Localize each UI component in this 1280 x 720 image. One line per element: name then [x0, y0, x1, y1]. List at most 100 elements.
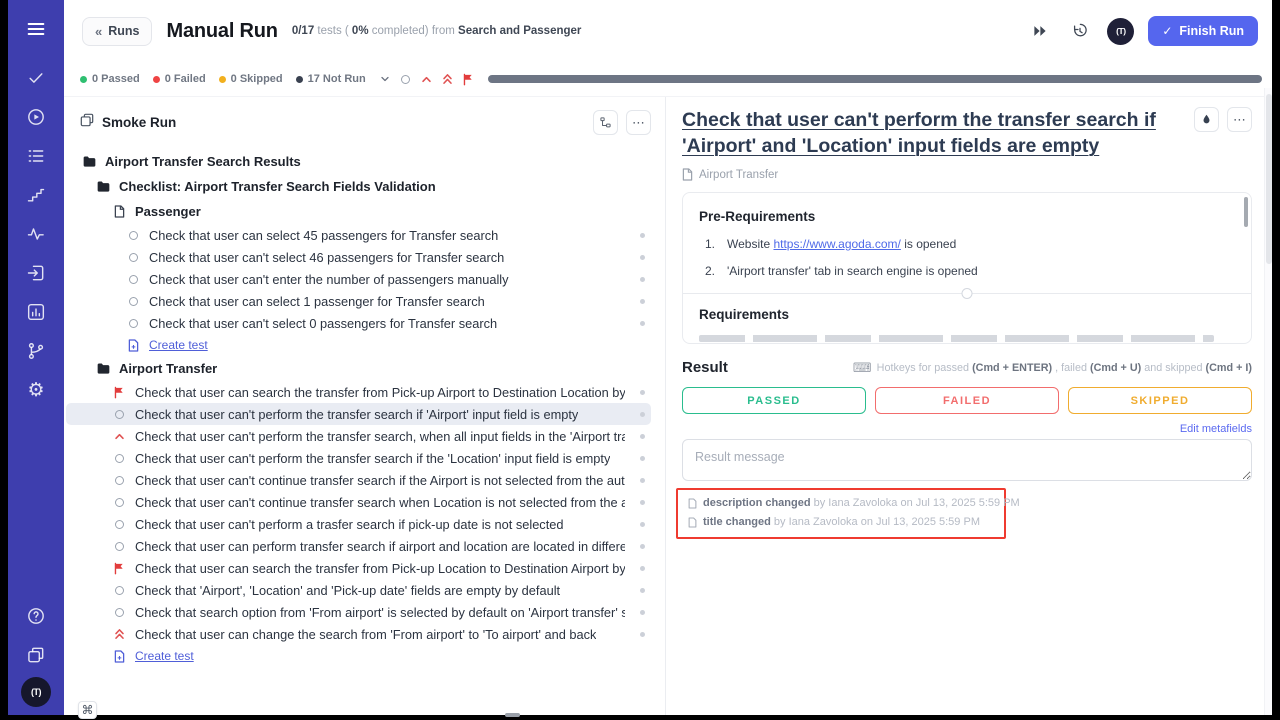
test-row[interactable]: Check that user can search the transfer … [66, 381, 651, 403]
list-icon[interactable] [19, 139, 53, 173]
circle-icon [112, 476, 127, 485]
test-title[interactable]: Check that user can't perform the transf… [682, 107, 1182, 159]
menu-icon[interactable] [19, 12, 53, 46]
result-message-input[interactable] [682, 439, 1252, 481]
document-plus-icon [112, 650, 127, 663]
page-title: Manual Run [166, 20, 277, 43]
severity-blocker-icon[interactable] [462, 72, 476, 86]
doc-icon [688, 517, 697, 528]
branch-icon[interactable] [19, 334, 53, 368]
tree-label: Check that user can select 1 passenger f… [149, 294, 485, 309]
export-icon[interactable] [19, 256, 53, 290]
result-dot [640, 500, 645, 505]
test-row[interactable]: Check that user can change the search fr… [66, 623, 651, 645]
circle-icon [112, 608, 127, 617]
check-icon[interactable] [19, 61, 53, 95]
history-timer-icon[interactable] [1067, 18, 1093, 44]
severity-major-icon[interactable] [420, 72, 434, 86]
test-row[interactable]: Check that user can't perform the transf… [66, 447, 651, 469]
clipped-text-line [699, 335, 1214, 342]
fast-forward-icon[interactable] [1027, 18, 1053, 44]
status-dot-icon [153, 76, 160, 83]
finish-run-button[interactable]: ✓ Finish Run [1148, 16, 1258, 46]
main-area: « Runs Manual Run 0/17 tests ( 0% comple… [64, 0, 1272, 715]
verdict-failed-button[interactable]: FAILED [875, 387, 1059, 414]
stat-item: 0 Passed [80, 73, 140, 85]
help-icon[interactable] [19, 599, 53, 633]
result-heading: Result [682, 359, 728, 376]
circle-icon [126, 275, 141, 284]
play-circle-icon[interactable] [19, 100, 53, 134]
agoda-link[interactable]: https://www.agoda.com/ [773, 237, 900, 251]
test-row[interactable]: Check that user can't perform a trasfer … [66, 513, 651, 535]
drop-icon-button[interactable] [1194, 107, 1219, 132]
test-row[interactable]: Check that user can't continue transfer … [66, 491, 651, 513]
tree-folder-row[interactable]: Checklist: Airport Transfer Search Field… [66, 174, 651, 199]
steps-icon[interactable] [19, 178, 53, 212]
command-key-button[interactable]: ⌘ [78, 701, 97, 719]
changelog-entry: title changed by Iana Zavoloka on Jul 13… [688, 513, 994, 532]
test-row[interactable]: Check that 'Airport', 'Location' and 'Pi… [66, 579, 651, 601]
test-row[interactable]: Check that search option from 'From airp… [66, 601, 651, 623]
verdict-passed-button[interactable]: PASSED [682, 387, 866, 414]
test-detail-panel: Check that user can't perform the transf… [666, 97, 1272, 715]
tree-label: Check that user can't perform the transf… [135, 451, 610, 466]
tree-folder-row[interactable]: Airport Transfer [66, 356, 651, 381]
filter-icons [378, 72, 476, 86]
requirements-box[interactable]: Pre-Requirements 1. Website https://www.… [682, 192, 1252, 344]
create-test-link[interactable]: Create test [66, 334, 651, 356]
test-row[interactable]: Check that user can search the transfer … [66, 557, 651, 579]
chevron-up-icon [112, 431, 127, 442]
section-resizer-handle[interactable] [683, 293, 1251, 294]
severity-critical-icon[interactable] [441, 72, 455, 86]
result-dot [640, 588, 645, 593]
not-run-circle-icon[interactable] [399, 72, 413, 86]
circle-icon [112, 498, 127, 507]
vertical-scrollbar[interactable] [1264, 88, 1272, 715]
back-to-runs-button[interactable]: « Runs [82, 17, 152, 46]
bar-chart-icon[interactable] [19, 295, 53, 329]
tree-label: Check that user can change the search fr… [135, 627, 596, 642]
settings-icon[interactable]: ⚙ [19, 373, 53, 407]
test-row[interactable]: Check that user can perform transfer sea… [66, 535, 651, 557]
verdict-skipped-button[interactable]: SKIPPED [1068, 387, 1252, 414]
taskbar-hint [505, 713, 520, 717]
circle-icon [112, 542, 127, 551]
changelog-entry: description changed by Iana Zavoloka on … [688, 494, 994, 513]
test-row[interactable]: Check that user can't select 46 passenge… [66, 246, 651, 268]
result-dot [640, 390, 645, 395]
run-progress-bar [488, 75, 1262, 83]
chevrons-up-icon [112, 628, 127, 640]
test-row[interactable]: Check that user can't perform the transf… [66, 425, 651, 447]
result-dot [640, 277, 645, 282]
chevron-down-icon[interactable] [378, 72, 392, 86]
circle-icon [126, 253, 141, 262]
tree-label: Check that user can't enter the number o… [149, 272, 509, 287]
pre-requirements-heading: Pre-Requirements [699, 209, 1235, 224]
suite-tag[interactable]: Airport Transfer [682, 168, 1252, 181]
test-row[interactable]: Check that user can't perform the transf… [66, 403, 651, 425]
create-test-link[interactable]: Create test [66, 645, 651, 667]
activity-icon[interactable] [19, 217, 53, 251]
content: Smoke Run ⋯ Airport Transfer Search Resu… [64, 96, 1272, 715]
test-row[interactable]: Check that user can't select 0 passenger… [66, 312, 651, 334]
result-dot [640, 456, 645, 461]
tree-doc-row[interactable]: Passenger [66, 199, 651, 224]
test-row[interactable]: Check that user can select 1 passenger f… [66, 290, 651, 312]
test-row[interactable]: Check that user can select 45 passengers… [66, 224, 651, 246]
panel-more-button[interactable]: ⋯ [626, 110, 651, 135]
scrollbar-thumb[interactable] [1266, 94, 1272, 264]
edit-metafields-link[interactable]: Edit metafields [682, 423, 1252, 435]
circle-icon [112, 586, 127, 595]
logo-icon[interactable]: (T) [21, 677, 51, 707]
test-row[interactable]: Check that user can't continue transfer … [66, 469, 651, 491]
circle-icon [126, 297, 141, 306]
detail-more-button[interactable]: ⋯ [1227, 107, 1252, 132]
tree-view-button[interactable] [593, 110, 618, 135]
tree-folder-row[interactable]: Airport Transfer Search Results [66, 149, 651, 174]
sidebar-icons-top: ⚙ [19, 12, 53, 407]
scrollbar-thumb[interactable] [1244, 197, 1248, 227]
test-row[interactable]: Check that user can't enter the number o… [66, 268, 651, 290]
user-avatar[interactable]: (T) [1107, 18, 1134, 45]
folders-icon[interactable] [19, 638, 53, 672]
